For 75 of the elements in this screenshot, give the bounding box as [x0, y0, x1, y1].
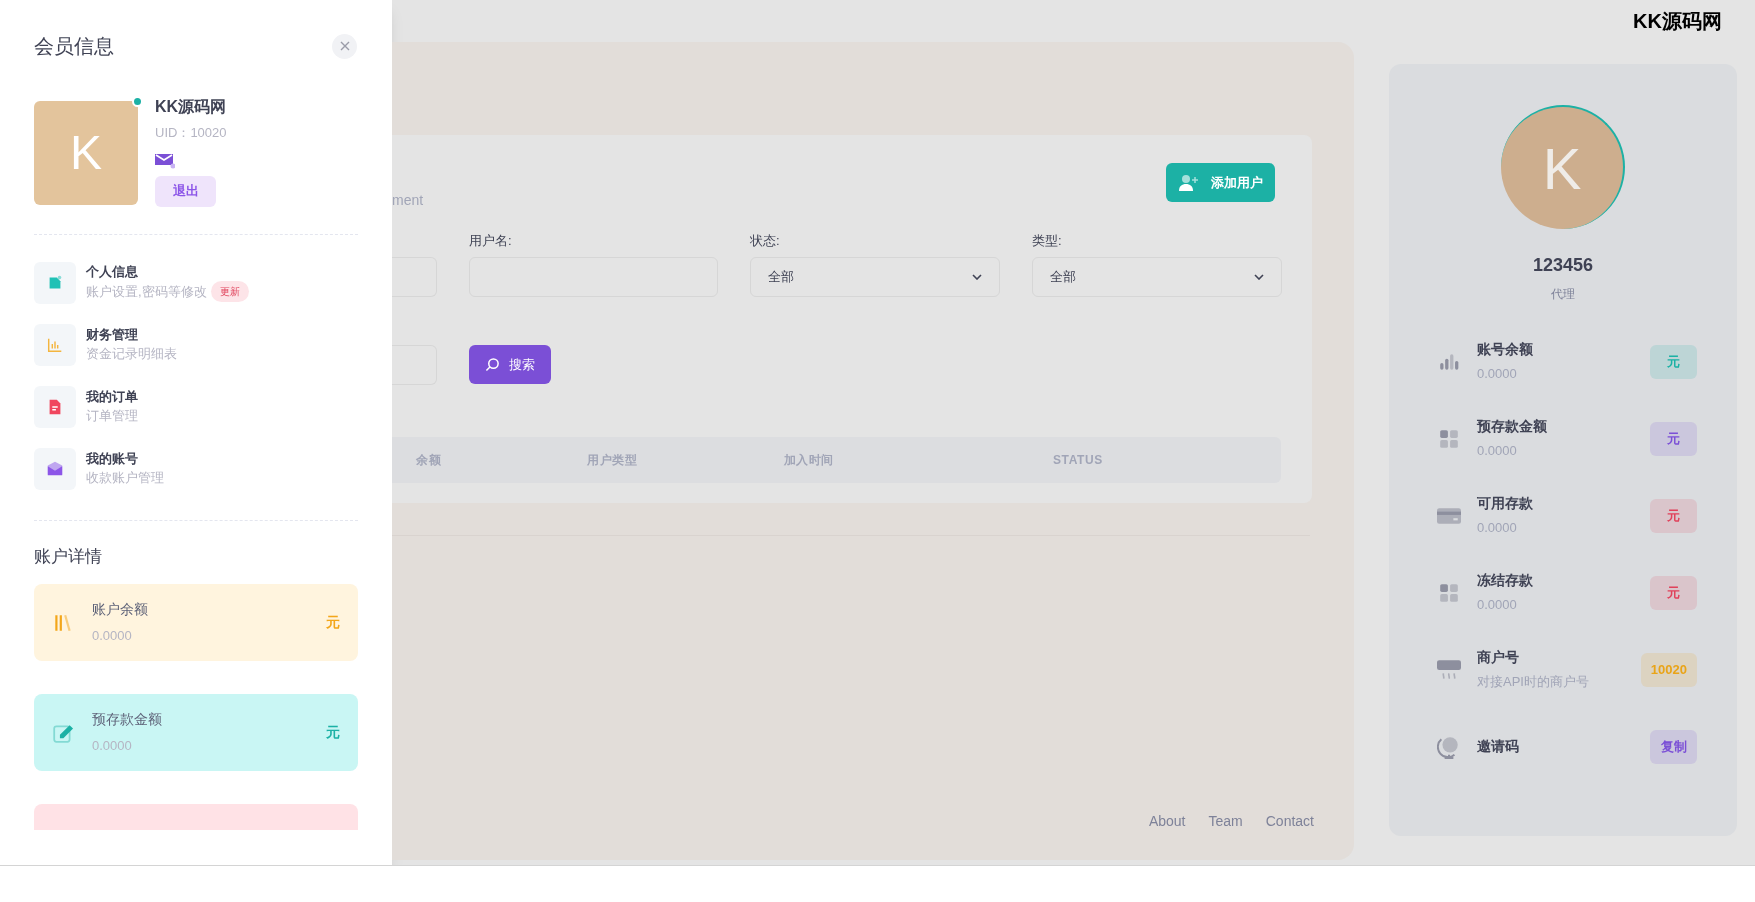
unit-label: 元: [326, 723, 340, 742]
select-value: 全部: [768, 268, 794, 287]
column-header: 用户类型: [587, 452, 638, 469]
search-button[interactable]: 搜索: [469, 345, 551, 384]
card-reader-icon: [1437, 657, 1461, 682]
user-id: UID：10020: [155, 124, 227, 142]
menu-item[interactable]: 我的订单 订单管理: [34, 385, 392, 428]
menu-subtitle: 订单管理: [86, 406, 138, 425]
copy-button[interactable]: 复制: [1650, 729, 1697, 764]
filter-label: 状态:: [750, 232, 781, 249]
menu-item[interactable]: 财务管理 资金记录明细表: [34, 323, 392, 366]
user-name: 123456: [1532, 254, 1594, 277]
stat-value: 0.0000: [1477, 365, 1518, 384]
stat-label: 预存款金额: [1477, 417, 1548, 437]
avatar: K: [34, 101, 138, 205]
stat-label: 账号余额: [1477, 340, 1534, 360]
close-button[interactable]: [332, 33, 357, 59]
column-header: 加入时间: [783, 452, 834, 469]
text-field[interactable]: [392, 345, 437, 385]
stat-label: 可用存款: [1477, 494, 1534, 514]
menu-subtitle: 资金记录明细表: [86, 344, 177, 363]
unit-tag: 元: [1650, 575, 1697, 610]
status-select[interactable]: 全部: [750, 257, 1000, 297]
avatar: K: [1501, 105, 1625, 229]
menu-item[interactable]: 我的账号 收款账户管理: [34, 447, 392, 490]
column-header: STATUS: [1053, 452, 1103, 469]
select-value: 全部: [1050, 268, 1076, 287]
unit-tag: 元: [1650, 498, 1697, 533]
chevron-down-icon: [972, 274, 982, 280]
drawer-title: 会员信息: [34, 34, 114, 59]
menu-title: 我的账号: [86, 449, 139, 468]
unit-tag: 元: [1650, 421, 1697, 456]
footer-link[interactable]: Contact: [1265, 811, 1314, 832]
globe-icon: [1437, 734, 1461, 759]
unit-tag: 元: [1650, 344, 1697, 379]
text-field[interactable]: [392, 257, 437, 297]
footer-link[interactable]: Team: [1208, 811, 1243, 832]
menu-title: 财务管理: [86, 325, 139, 344]
menu-subtitle: 账户设置,密码等修改: [86, 282, 207, 301]
unit-label: 元: [326, 613, 340, 632]
section-title: 账户详情: [33, 545, 103, 568]
card-label: 账户余额: [92, 600, 149, 620]
column-header: 余额: [416, 452, 442, 469]
stat-value: 0.0000: [1477, 442, 1518, 461]
filter-label: 类型:: [1032, 232, 1063, 249]
logout-button[interactable]: 退出: [155, 175, 216, 207]
card-label: 预存款金额: [92, 710, 163, 730]
stat-value: 0.0000: [1477, 596, 1518, 615]
envelope-icon: [155, 152, 175, 169]
update-badge: 更新: [210, 281, 249, 302]
status-select[interactable]: 全部: [1032, 257, 1282, 297]
close-icon: [339, 41, 350, 51]
unit-tag: 10020: [1640, 652, 1697, 687]
search-icon: [485, 357, 500, 372]
card-value: 0.0000: [92, 627, 133, 646]
stat-label: 冻结存款: [1477, 571, 1534, 591]
site-logo: KK源码网: [1633, 10, 1722, 32]
user-name: KK源码网: [155, 97, 227, 117]
menu-title: 我的订单: [86, 387, 138, 406]
chevron-down-icon: [1254, 274, 1264, 280]
user-role: 代理: [1551, 286, 1575, 303]
stat-label: 商户号: [1477, 648, 1520, 668]
add-user-icon: [1178, 173, 1199, 192]
grid-icon: [1438, 581, 1460, 604]
credit-card-icon: [1437, 505, 1461, 526]
menu-title: 个人信息: [86, 263, 139, 281]
grid-icon: [1438, 427, 1460, 450]
menu-subtitle: 收款账户管理: [86, 468, 164, 487]
card-subtitle: ment: [392, 191, 424, 210]
filter-label: 用户名:: [469, 232, 513, 249]
footer-link[interactable]: About: [1148, 811, 1186, 832]
card-value: 0.0000: [92, 737, 133, 756]
stat-value: 0.0000: [1477, 519, 1518, 538]
stat-label: 邀请码: [1477, 737, 1520, 756]
menu-item[interactable]: 个人信息 账户设置,密码等修改 更新: [34, 261, 392, 304]
